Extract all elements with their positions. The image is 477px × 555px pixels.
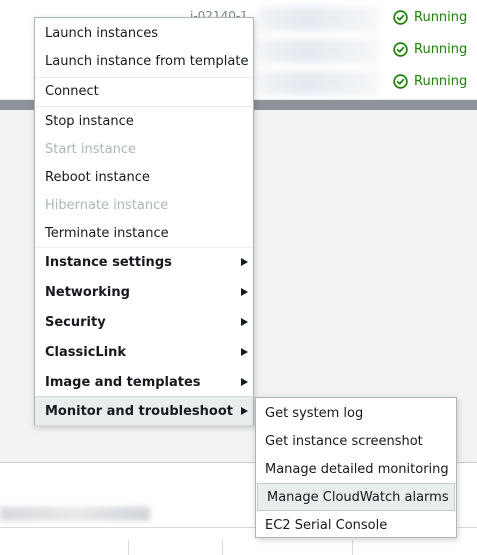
check-circle-icon	[393, 42, 408, 57]
blurred-instance-name	[0, 507, 150, 521]
submenu-item-manage-cloudwatch-alarms[interactable]: Manage CloudWatch alarms	[257, 483, 455, 511]
status-badge: Running	[393, 74, 467, 89]
submenu-item-manage-detailed-monitoring[interactable]: Manage detailed monitoring	[256, 455, 456, 483]
chevron-right-icon	[241, 258, 248, 266]
status-text: Running	[414, 42, 468, 57]
menu-item-label: Networking	[45, 284, 130, 300]
submenu-item-get-instance-screenshot[interactable]: Get instance screenshot	[256, 427, 456, 455]
monitor-troubleshoot-submenu: Get system log Get instance screenshot M…	[255, 397, 457, 538]
menu-item-networking[interactable]: Networking	[35, 277, 253, 307]
actions-context-menu: Launch instances Launch instance from te…	[34, 17, 254, 426]
menu-item-classiclink[interactable]: ClassicLink	[35, 337, 253, 367]
menu-item-image-and-templates[interactable]: Image and templates	[35, 367, 253, 397]
status-badge: Running	[393, 10, 467, 25]
check-circle-icon	[393, 10, 408, 25]
menu-item-launch-from-template[interactable]: Launch instance from template	[35, 47, 253, 75]
menu-item-label: Image and templates	[45, 374, 201, 390]
menu-item-stop-instance[interactable]: Stop instance	[35, 107, 253, 135]
submenu-item-ec2-serial-console[interactable]: EC2 Serial Console	[256, 511, 456, 539]
tab-separator	[352, 540, 353, 555]
menu-item-label: ClassicLink	[45, 344, 127, 360]
menu-item-hibernate-instance: Hibernate instance	[45, 197, 169, 213]
chevron-right-icon	[241, 288, 248, 296]
status-text: Running	[414, 74, 468, 89]
status-text: Running	[414, 10, 468, 25]
chevron-right-icon	[241, 348, 248, 356]
tab-separator	[128, 540, 129, 555]
blurred-cell	[258, 71, 378, 95]
blurred-cell	[258, 7, 378, 31]
chevron-right-icon	[241, 318, 248, 326]
tab-separator	[222, 540, 223, 555]
menu-item-reboot-instance[interactable]: Reboot instance	[35, 163, 253, 191]
menu-item-start-instance: Start instance	[45, 141, 136, 157]
menu-item-label: Security	[45, 314, 106, 330]
menu-item-label: Monitor and troubleshoot	[45, 403, 233, 419]
menu-item-launch-instances[interactable]: Launch instances	[35, 19, 253, 47]
menu-item-connect[interactable]: Connect	[35, 77, 253, 105]
menu-item-monitor-and-troubleshoot[interactable]: Monitor and troubleshoot	[35, 396, 253, 426]
check-circle-icon	[393, 74, 408, 89]
status-badge: Running	[393, 42, 467, 57]
menu-item-terminate-instance[interactable]: Terminate instance	[35, 219, 253, 247]
menu-item-label: Instance settings	[45, 254, 172, 270]
menu-item-instance-settings[interactable]: Instance settings	[35, 247, 253, 277]
chevron-right-icon	[241, 407, 248, 415]
blurred-cell	[258, 39, 378, 63]
menu-item-security[interactable]: Security	[35, 307, 253, 337]
chevron-right-icon	[241, 378, 248, 386]
submenu-item-get-system-log[interactable]: Get system log	[256, 399, 456, 427]
